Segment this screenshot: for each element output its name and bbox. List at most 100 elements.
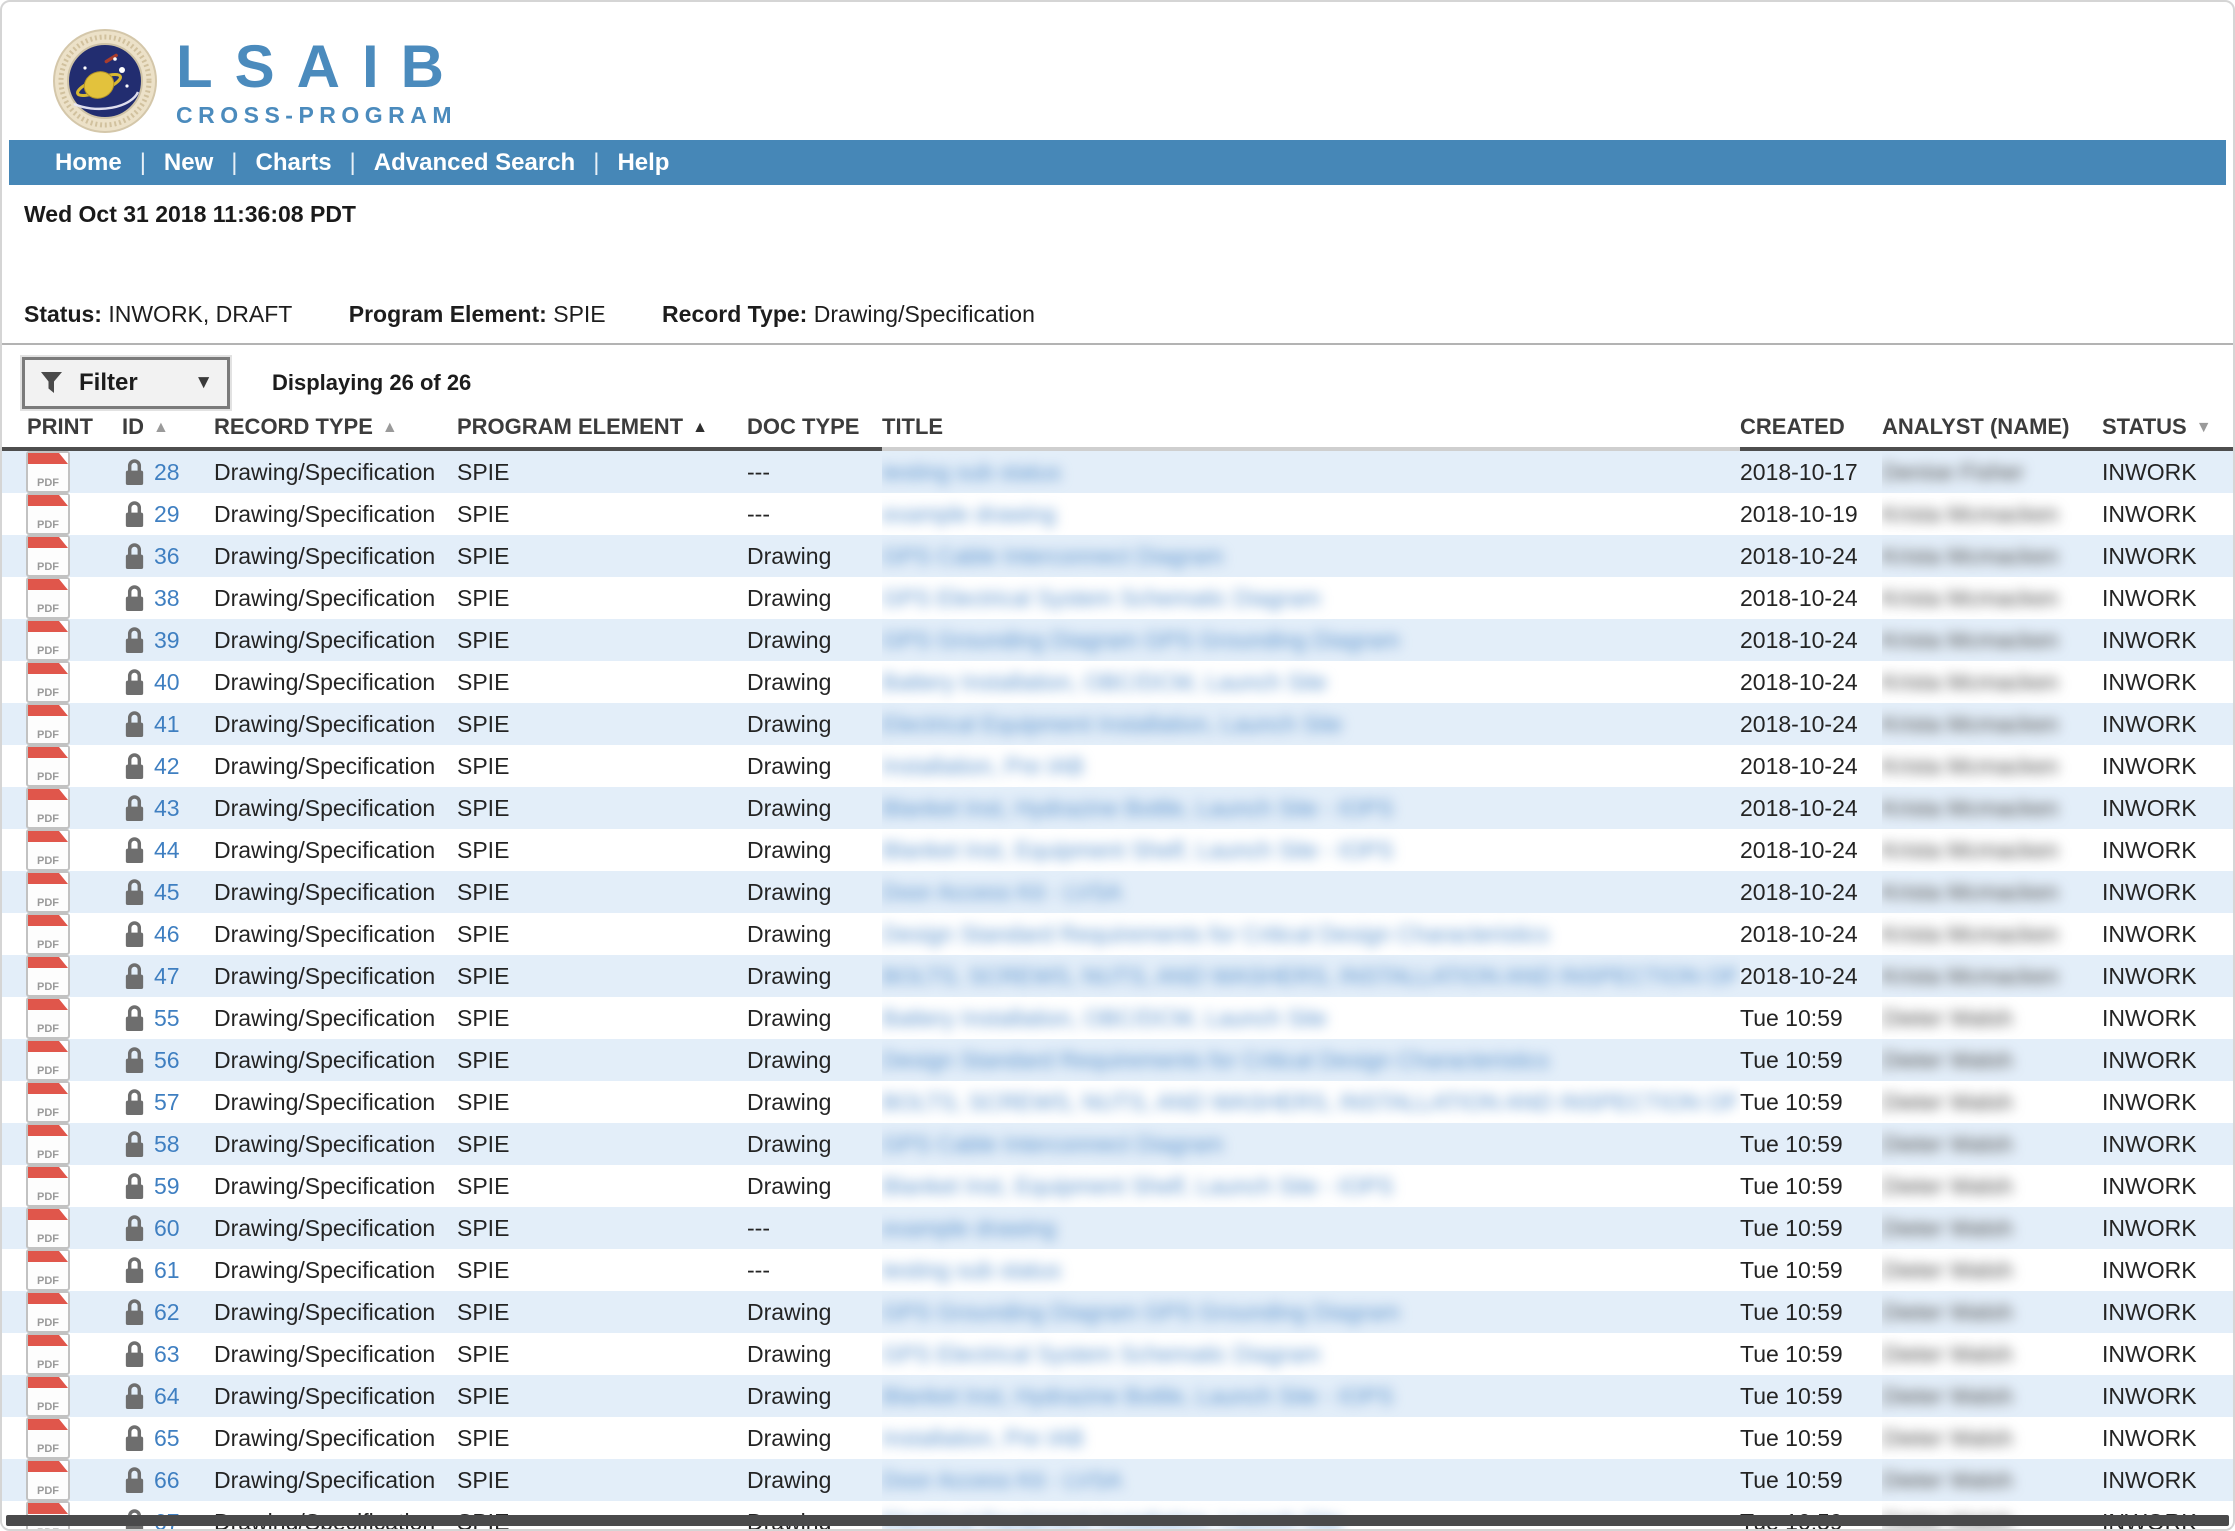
- record-title-link[interactable]: GPS Cable Interconnect Diagram: [882, 1131, 1223, 1157]
- title-cell: GPS Electrical System Schematic Diagram: [882, 577, 1740, 619]
- record-id-link[interactable]: 46: [154, 921, 180, 948]
- col-header-program-element[interactable]: PROGRAM ELEMENT▲: [457, 411, 747, 449]
- pdf-icon[interactable]: PDF: [26, 1165, 70, 1207]
- record-id-link[interactable]: 28: [154, 459, 180, 486]
- record-title-link[interactable]: example drawing: [882, 1215, 1056, 1241]
- record-id-link[interactable]: 44: [154, 837, 180, 864]
- pdf-icon[interactable]: PDF: [26, 619, 70, 661]
- pdf-icon[interactable]: PDF: [26, 1459, 70, 1501]
- print-cell: PDF: [2, 1207, 97, 1249]
- pdf-icon[interactable]: PDF: [26, 703, 70, 745]
- record-id-link[interactable]: 65: [154, 1425, 180, 1452]
- col-header-doc-type[interactable]: DOC TYPE: [747, 411, 882, 449]
- pdf-icon[interactable]: PDF: [26, 493, 70, 535]
- record-id-link[interactable]: 42: [154, 753, 180, 780]
- record-title-link[interactable]: GPS Electrical System Schematic Diagram: [882, 585, 1320, 611]
- doc-type-cell: Drawing: [747, 1417, 882, 1459]
- nav-item-home[interactable]: Home: [49, 149, 128, 177]
- record-id-link[interactable]: 59: [154, 1173, 180, 1200]
- summary-status-value: INWORK, DRAFT: [108, 301, 292, 327]
- record-title-link[interactable]: testing sub status: [882, 1257, 1061, 1283]
- record-title-link[interactable]: Door Access Kit - LVSA: [882, 1467, 1122, 1493]
- pdf-icon[interactable]: PDF: [26, 1333, 70, 1375]
- record-title-link[interactable]: example drawing: [882, 501, 1056, 527]
- pdf-icon[interactable]: PDF: [26, 829, 70, 871]
- pdf-icon[interactable]: PDF: [26, 1249, 70, 1291]
- status-cell: INWORK: [2102, 1249, 2235, 1291]
- record-id-link[interactable]: 29: [154, 501, 180, 528]
- record-id-link[interactable]: 38: [154, 585, 180, 612]
- record-id-link[interactable]: 57: [154, 1089, 180, 1116]
- pdf-icon[interactable]: PDF: [26, 661, 70, 703]
- record-id-link[interactable]: 56: [154, 1047, 180, 1074]
- id-cell: 64: [97, 1375, 214, 1417]
- pdf-icon[interactable]: PDF: [26, 451, 70, 493]
- pdf-icon[interactable]: PDF: [26, 997, 70, 1039]
- record-id-link[interactable]: 58: [154, 1131, 180, 1158]
- pdf-icon[interactable]: PDF: [26, 1375, 70, 1417]
- record-title-link[interactable]: Electrical Equipment Installation, Launc…: [882, 711, 1342, 737]
- record-id-link[interactable]: 66: [154, 1467, 180, 1494]
- col-header-status[interactable]: STATUS▼: [2102, 411, 2235, 449]
- record-id-link[interactable]: 64: [154, 1383, 180, 1410]
- pdf-icon-fold: [59, 1083, 68, 1094]
- record-id-link[interactable]: 55: [154, 1005, 180, 1032]
- record-title-link[interactable]: Design Standard Requirements for Critica…: [882, 1047, 1549, 1073]
- created-cell: 2018-10-24: [1740, 913, 1882, 955]
- record-title-link[interactable]: BOLTS, SCREWS, NUTS, AND WASHERS, INSTAL…: [882, 963, 1739, 989]
- pdf-icon-fold: [59, 1419, 68, 1430]
- record-title-link[interactable]: Blanket Inst, Equipment Shelf, Launch Si…: [882, 1173, 1393, 1199]
- record-title-link[interactable]: Blanket Inst, Hydrazine Bottle, Launch S…: [882, 795, 1393, 821]
- record-id-link[interactable]: 43: [154, 795, 180, 822]
- record-id-link[interactable]: 45: [154, 879, 180, 906]
- record-title-link[interactable]: Design Standard Requirements for Critica…: [882, 921, 1549, 947]
- record-title-link[interactable]: Installation, Pre IAB: [882, 1425, 1084, 1451]
- pdf-icon[interactable]: PDF: [26, 535, 70, 577]
- record-title-link[interactable]: Installation, Pre IAB: [882, 753, 1084, 779]
- pdf-icon[interactable]: PDF: [26, 955, 70, 997]
- pdf-icon[interactable]: PDF: [26, 787, 70, 829]
- record-id-link[interactable]: 62: [154, 1299, 180, 1326]
- record-title-link[interactable]: GPS Grounding Diagram GPS Grounding Diag…: [882, 1299, 1400, 1325]
- pdf-icon[interactable]: PDF: [26, 871, 70, 913]
- record-title-link[interactable]: GPS Electrical System Schematic Diagram: [882, 1341, 1320, 1367]
- record-id-link[interactable]: 60: [154, 1215, 180, 1242]
- pdf-icon[interactable]: PDF: [26, 913, 70, 955]
- record-id-link[interactable]: 40: [154, 669, 180, 696]
- record-title-link[interactable]: testing sub status: [882, 459, 1061, 485]
- filter-button[interactable]: Filter ▼: [22, 357, 230, 409]
- pdf-icon[interactable]: PDF: [26, 577, 70, 619]
- nav-item-new[interactable]: New: [158, 149, 219, 177]
- nav-item-charts[interactable]: Charts: [250, 149, 338, 177]
- record-title-link[interactable]: BOLTS, SCREWS, NUTS, AND WASHERS, INSTAL…: [882, 1089, 1739, 1115]
- record-title-link[interactable]: Blanket Inst, Equipment Shelf, Launch Si…: [882, 837, 1393, 863]
- logo-link[interactable]: LSAIB CROSS-PROGRAM: [52, 28, 466, 134]
- record-id-link[interactable]: 39: [154, 627, 180, 654]
- pdf-icon[interactable]: PDF: [26, 1081, 70, 1123]
- pdf-icon[interactable]: PDF: [26, 1417, 70, 1459]
- record-id-link[interactable]: 47: [154, 963, 180, 990]
- record-title-link[interactable]: Battery Installation, OBC/DCM, Launch Si…: [882, 1005, 1327, 1031]
- record-id-link[interactable]: 36: [154, 543, 180, 570]
- col-header-record-type[interactable]: RECORD TYPE▲: [214, 411, 457, 449]
- nav-item-help[interactable]: Help: [611, 149, 675, 177]
- pdf-icon[interactable]: PDF: [26, 1291, 70, 1333]
- col-header-analyst[interactable]: ANALYST (NAME): [1882, 411, 2102, 449]
- record-title-link[interactable]: Door Access Kit - LVSA: [882, 879, 1122, 905]
- record-title-link[interactable]: GPS Cable Interconnect Diagram: [882, 543, 1223, 569]
- pdf-icon[interactable]: PDF: [26, 1123, 70, 1165]
- col-header-created[interactable]: CREATED: [1740, 411, 1882, 449]
- pdf-icon[interactable]: PDF: [26, 745, 70, 787]
- pdf-icon[interactable]: PDF: [26, 1039, 70, 1081]
- record-title-link[interactable]: GPS Grounding Diagram GPS Grounding Diag…: [882, 627, 1400, 653]
- created-cell: 2018-10-24: [1740, 577, 1882, 619]
- record-id-link[interactable]: 63: [154, 1341, 180, 1368]
- record-title-link[interactable]: Battery Installation, OBC/DCM, Launch Si…: [882, 669, 1327, 695]
- record-title-link[interactable]: Blanket Inst, Hydrazine Bottle, Launch S…: [882, 1383, 1393, 1409]
- col-header-id[interactable]: ID▲: [97, 411, 214, 449]
- summary-status: Status: INWORK, DRAFT: [24, 301, 292, 327]
- pdf-icon[interactable]: PDF: [26, 1207, 70, 1249]
- nav-item-advanced-search[interactable]: Advanced Search: [368, 149, 581, 177]
- record-id-link[interactable]: 61: [154, 1257, 180, 1284]
- record-id-link[interactable]: 41: [154, 711, 180, 738]
